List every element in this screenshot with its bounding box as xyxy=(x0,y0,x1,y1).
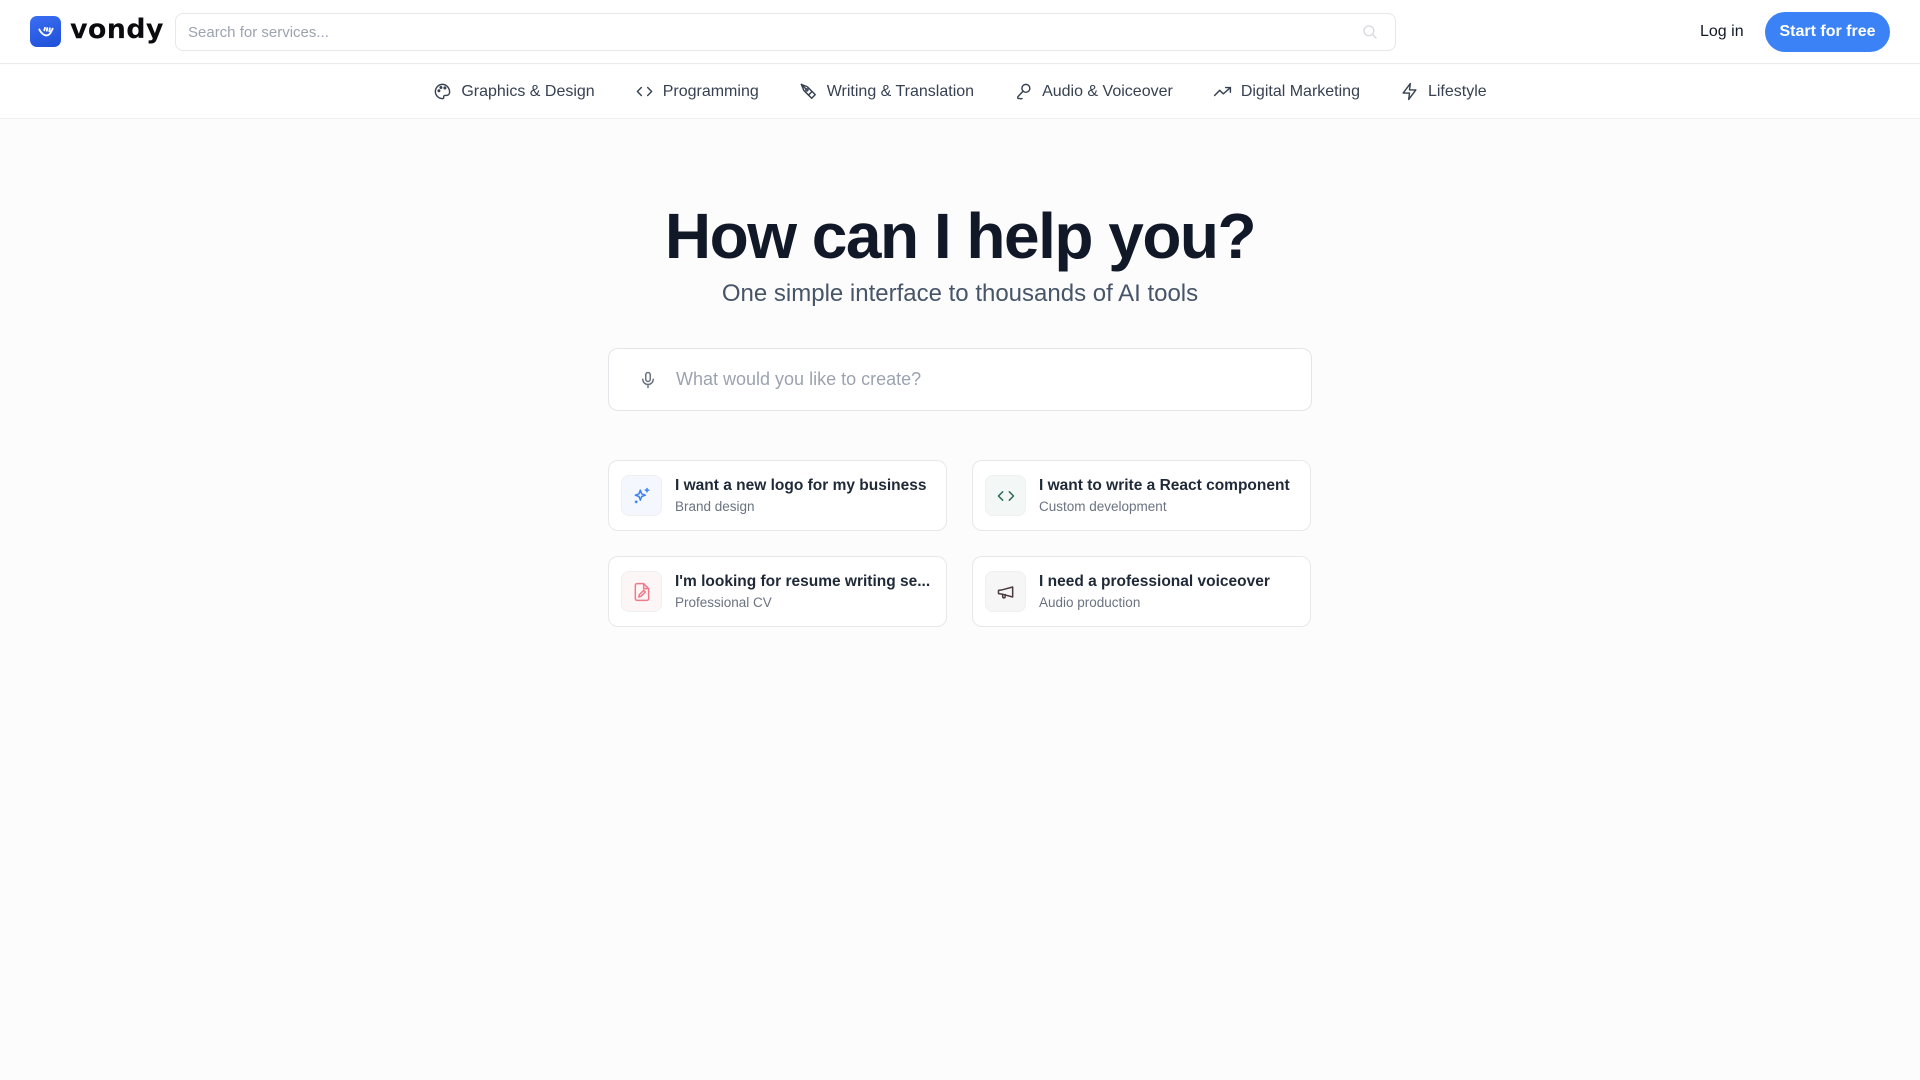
suggestion-subtitle: Professional CV xyxy=(675,594,772,610)
suggestion-title: I need a professional voiceover xyxy=(1039,572,1270,590)
sparkles-icon xyxy=(634,487,649,503)
code-icon xyxy=(997,490,1014,501)
category-label: Digital Marketing xyxy=(1240,82,1360,100)
hero-subtitle: One simple interface to thousands of AI … xyxy=(721,280,1199,307)
microphone-icon xyxy=(1016,83,1031,100)
create-prompt-input[interactable] xyxy=(676,369,1311,390)
suggestion-title: I want to write a React component xyxy=(1039,476,1290,494)
microphone-icon[interactable] xyxy=(639,371,657,389)
category-label: Graphics & Design xyxy=(461,82,595,100)
search-icon[interactable] xyxy=(1361,23,1379,41)
brand-logo[interactable]: vondy xyxy=(30,14,164,47)
suggestion-card-react[interactable]: I want to write a React component Custom… xyxy=(972,460,1311,531)
category-label: Lifestyle xyxy=(1427,82,1487,100)
suggestion-icon-box xyxy=(985,475,1026,516)
category-lifestyle[interactable]: Lifestyle xyxy=(1380,82,1507,101)
suggestion-icon-box xyxy=(621,475,662,516)
file-edit-icon xyxy=(634,582,649,601)
shaka-hand-logo-icon xyxy=(30,16,61,47)
suggestion-card-logo[interactable]: I want a new logo for my business Brand … xyxy=(608,460,947,531)
lightning-icon xyxy=(1402,82,1417,101)
category-label: Audio & Voiceover xyxy=(1042,82,1173,100)
category-graphics-design[interactable]: Graphics & Design xyxy=(413,82,614,101)
service-search[interactable] xyxy=(175,13,1396,51)
suggestion-card-resume[interactable]: I'm looking for resume writing se... Pro… xyxy=(608,556,947,627)
login-link[interactable]: Log in xyxy=(1700,20,1744,44)
suggestion-title: I'm looking for resume writing se... xyxy=(675,572,931,590)
suggestion-subtitle: Audio production xyxy=(1039,594,1141,610)
palette-icon xyxy=(435,83,451,100)
category-programming[interactable]: Programming xyxy=(615,82,779,101)
brand-name: vondy xyxy=(70,14,164,45)
pen-tool-icon xyxy=(800,83,816,99)
start-for-free-button[interactable]: Start for free xyxy=(1765,12,1890,52)
category-label: Writing & Translation xyxy=(826,82,975,100)
trending-up-icon xyxy=(1213,86,1231,97)
category-audio-voiceover[interactable]: Audio & Voiceover xyxy=(994,82,1193,101)
top-header: vondy Log in Start for free xyxy=(0,0,1920,64)
create-prompt-box[interactable] xyxy=(608,348,1312,411)
suggestion-icon-box xyxy=(621,571,662,612)
hero-title: How can I help you? xyxy=(664,200,1257,272)
suggestion-subtitle: Custom development xyxy=(1039,498,1167,514)
category-digital-marketing[interactable]: Digital Marketing xyxy=(1193,82,1380,101)
service-search-input[interactable] xyxy=(188,23,1361,41)
suggestion-title: I want a new logo for my business xyxy=(675,476,927,494)
suggestion-subtitle: Brand design xyxy=(675,498,755,514)
category-nav: Graphics & Design Programming Writing & … xyxy=(0,65,1920,119)
code-icon xyxy=(636,86,653,97)
category-writing-translation[interactable]: Writing & Translation xyxy=(779,82,994,101)
suggestion-icon-box xyxy=(985,571,1026,612)
megaphone-icon xyxy=(997,585,1013,599)
category-label: Programming xyxy=(662,82,759,100)
suggestion-card-voiceover[interactable]: I need a professional voiceover Audio pr… xyxy=(972,556,1311,627)
